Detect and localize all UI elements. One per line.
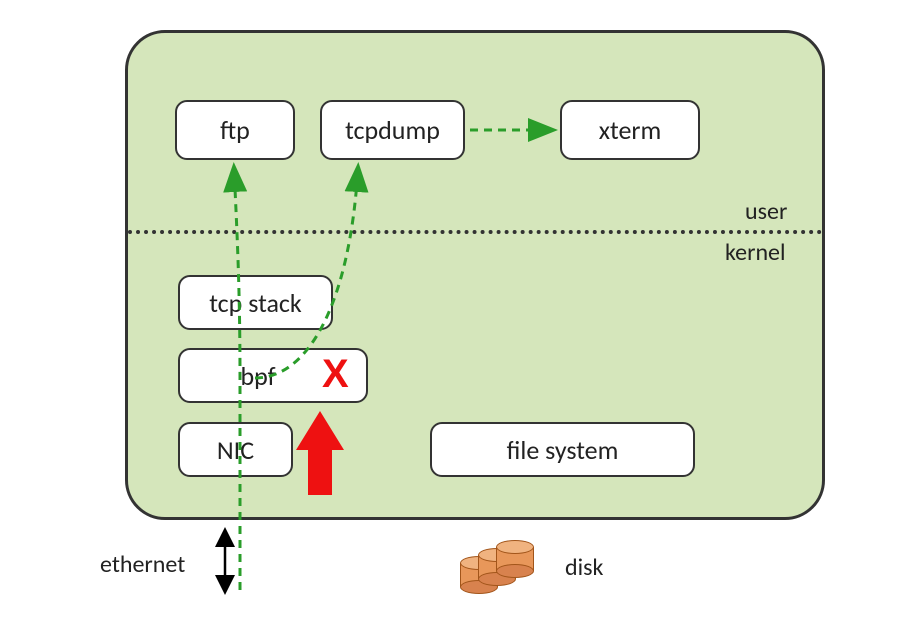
bpf-label: bpf <box>240 360 275 392</box>
ftp-label: ftp <box>220 114 250 146</box>
ftp-node: ftp <box>175 100 295 160</box>
nic-node: NIC <box>178 422 293 477</box>
ethernet-label: ethernet <box>100 550 185 579</box>
user-label: user <box>745 197 787 226</box>
file-system-label: file system <box>507 434 619 466</box>
tcp-stack-label: tcp stack <box>209 287 301 319</box>
xterm-node: xterm <box>560 100 700 160</box>
tcpdump-node: tcpdump <box>320 100 465 160</box>
user-kernel-divider <box>128 230 822 234</box>
nic-label: NIC <box>217 434 254 466</box>
xterm-label: xterm <box>599 114 662 146</box>
tcpdump-label: tcpdump <box>345 114 440 146</box>
disk-label: disk <box>565 553 603 582</box>
tcp-stack-node: tcp stack <box>178 275 333 330</box>
filter-reject-x-icon: X <box>322 352 349 397</box>
kernel-label: kernel <box>725 238 786 267</box>
file-system-node: file system <box>430 422 695 477</box>
disk-icon <box>460 540 540 600</box>
